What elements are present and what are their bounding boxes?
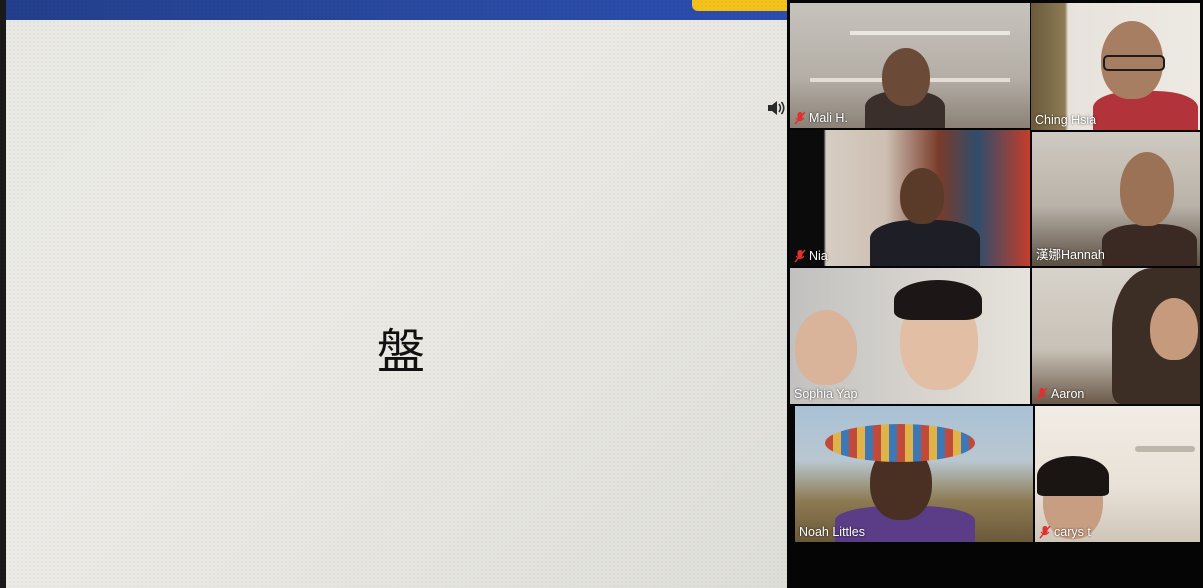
person-head <box>900 168 944 224</box>
participant-tile-aaron[interactable]: Aaron <box>1032 268 1200 404</box>
participant-name: Sophia Yap <box>794 387 857 401</box>
participant-tile-sophia[interactable]: Sophia Yap <box>790 268 1030 404</box>
participant-tile-mali[interactable]: Mali H. <box>790 3 1030 128</box>
muted-mic-icon <box>1036 387 1048 401</box>
participant-tile-nia[interactable]: Nia <box>790 130 1030 266</box>
person-head <box>795 310 857 385</box>
muted-mic-icon <box>1039 525 1051 539</box>
participant-tile-hannah[interactable]: 漢娜Hannah <box>1032 132 1200 266</box>
participant-name: Mali H. <box>794 111 848 125</box>
participant-tile-carys[interactable]: carys t <box>1035 406 1200 542</box>
participant-name-label: Nia <box>809 249 828 263</box>
participant-name: Nia <box>794 249 828 263</box>
person-torso <box>1093 91 1198 130</box>
person-torso <box>1102 224 1197 266</box>
participant-name-label: Ching Hsia <box>1035 113 1097 127</box>
muted-mic-icon <box>794 111 806 125</box>
participant-name-label: Noah Littles <box>799 525 866 539</box>
participant-name: Aaron <box>1036 387 1084 401</box>
person-head <box>882 48 930 106</box>
muted-mic-icon <box>794 249 806 263</box>
glasses <box>1103 55 1165 71</box>
hair <box>894 280 982 320</box>
shelf <box>850 31 1010 35</box>
sombrero-hat <box>825 424 975 462</box>
screen-left-edge <box>0 0 6 588</box>
participant-tile-noah[interactable]: Noah Littles <box>795 406 1033 542</box>
participant-name: 漢娜Hannah <box>1036 244 1105 263</box>
participant-tile-ching[interactable]: Ching Hsia <box>1031 3 1200 130</box>
slide-top-accent <box>692 0 787 11</box>
participant-gallery: Mali H. Ching Hsia Nia 漢娜Hannah Sophia Y… <box>787 0 1203 588</box>
participant-name: carys t <box>1039 525 1091 539</box>
chinese-character: 盤 <box>376 324 425 380</box>
participant-name: Ching Hsia <box>1035 113 1096 127</box>
hair <box>1037 456 1109 496</box>
participant-name-label: Sophia Yap <box>794 387 858 401</box>
person-head <box>1120 152 1174 226</box>
person-head <box>1150 298 1198 360</box>
participant-name-label: Mali H. <box>809 111 848 125</box>
participant-name-label: carys t <box>1054 525 1091 539</box>
participant-name: Noah Littles <box>799 525 865 539</box>
ceiling-fan <box>1135 446 1195 452</box>
speaker-icon[interactable] <box>766 98 786 118</box>
participant-name-label: 漢娜Hannah <box>1036 248 1105 262</box>
person-torso <box>870 220 980 266</box>
shared-screen: 盤 <box>0 0 787 588</box>
slide-top-bar <box>0 0 787 20</box>
participant-name-label: Aaron <box>1051 387 1085 401</box>
